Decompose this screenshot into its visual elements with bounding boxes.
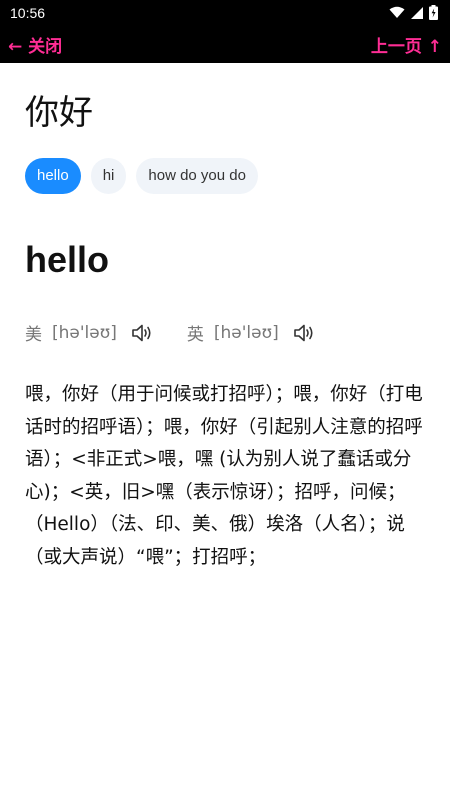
status-bar: 10:56: [0, 0, 450, 25]
pronunciation-row: 美 [hə'ləʊ] 英 [hə'ləʊ]: [25, 320, 425, 345]
uk-ipa: [hə'ləʊ]: [213, 322, 279, 343]
battery-icon: [429, 5, 438, 20]
entry-word: hello: [25, 239, 110, 280]
uk-pronunciation: 英 [hə'ləʊ]: [187, 320, 315, 345]
signal-icon: [411, 6, 423, 19]
status-time: 10:56: [10, 4, 46, 21]
previous-page-button[interactable]: 上一页 ↑: [371, 32, 442, 57]
chip-hi[interactable]: hi: [90, 158, 127, 194]
us-pronunciation: 美 [hə'ləʊ]: [25, 320, 153, 345]
us-speaker-icon[interactable]: [131, 323, 153, 343]
content: 你好 hello hi how do you do hello 美 [hə'lə…: [0, 91, 450, 574]
definition-text: 喂，你好（用于问候或打招呼）；喂，你好（打电话时的招呼语）；喂，你好（引起别人注…: [25, 384, 423, 568]
chip-how-do-you-do[interactable]: how do you do: [136, 158, 258, 194]
chip-hello[interactable]: hello: [25, 158, 81, 194]
us-label: 美: [25, 325, 42, 345]
close-button[interactable]: ← 关闭: [8, 32, 62, 57]
wifi-icon: [389, 6, 405, 18]
query-text: 你好: [25, 93, 93, 133]
top-bar: ← 关闭 上一页 ↑: [0, 25, 450, 63]
us-ipa: [hə'ləʊ]: [52, 322, 117, 343]
translation-chips: hello hi how do you do: [25, 158, 425, 194]
uk-label: 英: [186, 325, 204, 345]
status-icons: [389, 5, 438, 20]
uk-speaker-icon[interactable]: [293, 323, 315, 343]
